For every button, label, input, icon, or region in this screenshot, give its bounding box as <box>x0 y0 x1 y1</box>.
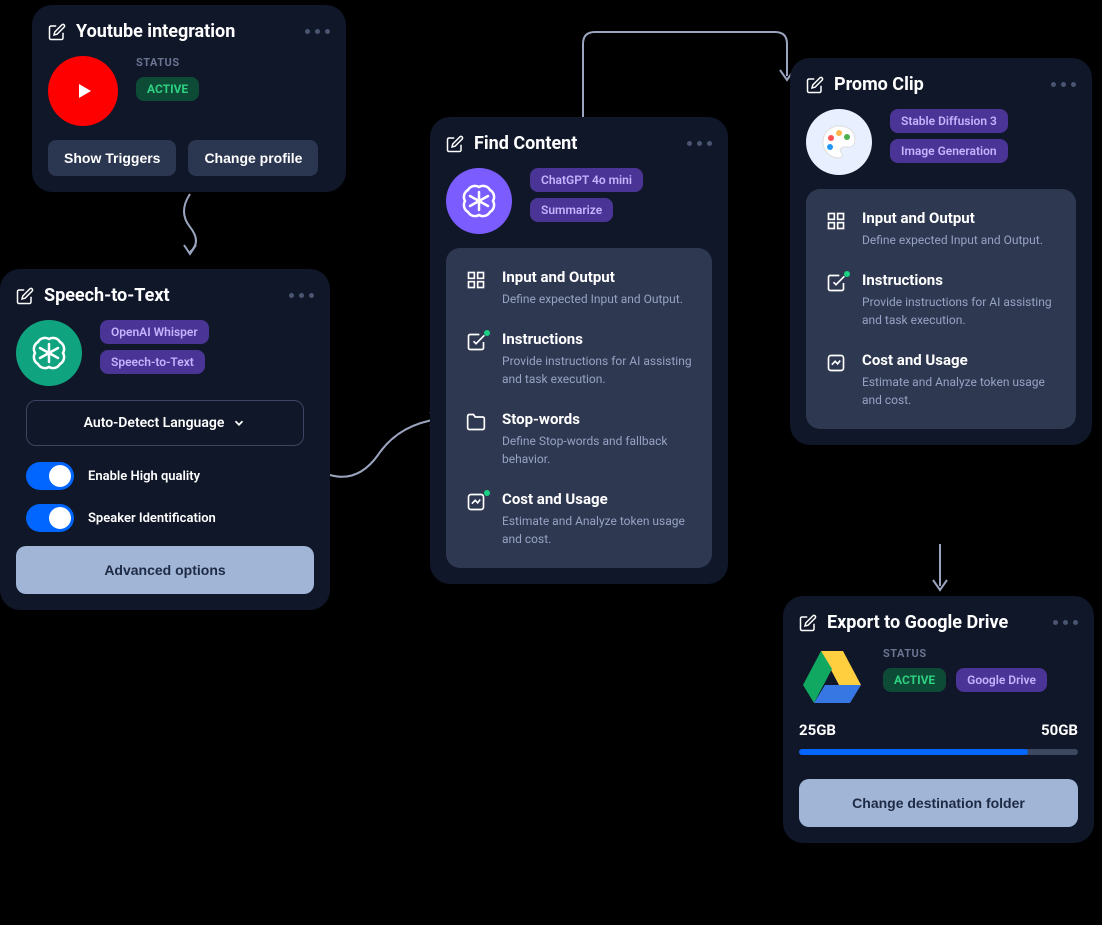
more-menu[interactable] <box>305 29 330 34</box>
panel-item-io[interactable]: Input and Output Define expected Input a… <box>826 209 1056 249</box>
language-select[interactable]: Auto-Detect Language <box>26 400 304 446</box>
panel-item-stopwords[interactable]: Stop-words Define Stop-words and fallbac… <box>466 410 692 468</box>
more-menu[interactable] <box>687 141 712 146</box>
edit-icon <box>16 287 34 305</box>
status-label: STATUS <box>136 56 199 69</box>
chevron-down-icon <box>232 416 246 430</box>
change-destination-button[interactable]: Change destination folder <box>799 779 1078 827</box>
task-badge: Image Generation <box>890 139 1008 163</box>
status-badge: ACTIVE <box>136 77 199 101</box>
model-badge: ChatGPT 4o mini <box>530 168 643 192</box>
edit-icon <box>446 135 464 153</box>
openai-logo-icon <box>446 168 512 234</box>
speaker-id-toggle[interactable] <box>26 504 74 532</box>
card-title-text: Speech-to-Text <box>44 285 170 306</box>
chart-icon <box>826 353 848 375</box>
storage-total: 50GB <box>1041 721 1078 739</box>
panel-item-cost[interactable]: Cost and Usage Estimate and Analyze toke… <box>466 490 692 548</box>
folder-icon <box>466 412 488 434</box>
palette-logo-icon <box>806 109 872 175</box>
model-badge: Stable Diffusion 3 <box>890 109 1008 133</box>
card-google-drive: Export to Google Drive STATUS ACTIVE Goo… <box>783 596 1094 843</box>
toggle-label: Enable High quality <box>88 469 200 484</box>
youtube-logo-icon <box>48 56 118 126</box>
storage-progress-fill <box>799 749 1028 755</box>
config-panel: Input and Output Define expected Input a… <box>446 248 712 568</box>
check-icon <box>466 332 488 354</box>
card-find-content: Find Content ChatGPT 4o mini Summarize I… <box>430 117 728 584</box>
storage-row: 25GB 50GB <box>799 721 1078 739</box>
config-panel: Input and Output Define expected Input a… <box>806 189 1076 429</box>
more-menu[interactable] <box>1051 82 1076 87</box>
check-icon <box>826 273 848 295</box>
card-promo-clip: Promo Clip Stable Diffusion 3 Image Gene… <box>790 58 1092 445</box>
toggle-label: Speaker Identification <box>88 511 216 526</box>
edit-icon <box>806 76 824 94</box>
gdrive-logo-icon <box>799 647 865 707</box>
model-badge: OpenAI Whisper <box>100 320 209 344</box>
panel-item-instructions[interactable]: Instructions Provide instructions for AI… <box>466 330 692 388</box>
card-youtube: Youtube integration STATUS ACTIVE Show T… <box>32 5 346 192</box>
panel-item-instructions[interactable]: Instructions Provide instructions for AI… <box>826 271 1056 329</box>
grid-icon <box>466 270 488 292</box>
task-badge: Speech-to-Text <box>100 350 205 374</box>
more-menu[interactable] <box>289 293 314 298</box>
panel-item-cost[interactable]: Cost and Usage Estimate and Analyze toke… <box>826 351 1056 409</box>
card-speech-to-text: Speech-to-Text OpenAI Whisper Speech-to-… <box>0 269 330 610</box>
openai-logo-icon <box>16 320 82 386</box>
more-menu[interactable] <box>1053 620 1078 625</box>
storage-progress <box>799 749 1078 755</box>
panel-item-io[interactable]: Input and Output Define expected Input a… <box>466 268 692 308</box>
high-quality-toggle[interactable] <box>26 462 74 490</box>
change-profile-button[interactable]: Change profile <box>188 140 318 176</box>
show-triggers-button[interactable]: Show Triggers <box>48 140 176 176</box>
task-badge: Summarize <box>530 198 613 222</box>
card-title-text: Find Content <box>474 133 577 154</box>
chart-icon <box>466 492 488 514</box>
status-label: STATUS <box>883 647 1053 660</box>
edit-icon <box>48 23 66 41</box>
card-title-text: Promo Clip <box>834 74 924 95</box>
card-title-text: Youtube integration <box>76 21 235 42</box>
status-badge: ACTIVE <box>883 668 946 692</box>
card-title-text: Export to Google Drive <box>827 612 1008 633</box>
advanced-options-button[interactable]: Advanced options <box>16 546 314 594</box>
storage-used: 25GB <box>799 721 836 739</box>
grid-icon <box>826 211 848 233</box>
service-badge: Google Drive <box>956 668 1047 692</box>
edit-icon <box>799 614 817 632</box>
